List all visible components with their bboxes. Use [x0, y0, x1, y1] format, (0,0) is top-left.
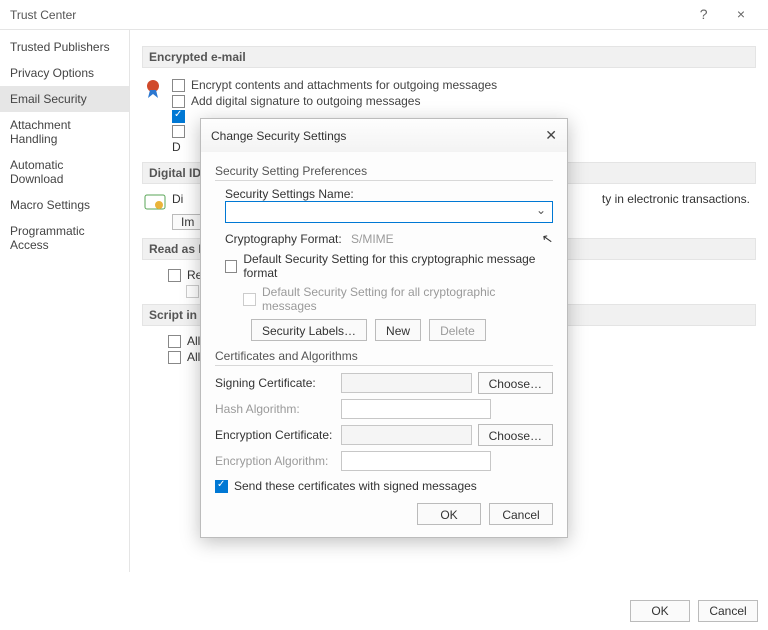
- crypto-format-label: Cryptography Format:: [225, 232, 345, 246]
- signing-cert-label: Signing Certificate:: [215, 376, 335, 390]
- label-default-all: Default Security Setting for all cryptog…: [262, 285, 553, 313]
- signing-cert-field: [341, 373, 472, 393]
- modal-title-text: Change Security Settings: [211, 129, 346, 143]
- crypto-format-value: S/MIME: [351, 232, 471, 246]
- checkbox-default-all: [243, 293, 256, 306]
- modal-cancel-button[interactable]: Cancel: [489, 503, 553, 525]
- choose-encryption-button[interactable]: Choose…: [478, 424, 553, 446]
- encryption-algo-field: [341, 451, 491, 471]
- checkbox-send-certificates[interactable]: [215, 480, 228, 493]
- encryption-algo-label: Encryption Algorithm:: [215, 454, 335, 468]
- cursor-icon: ↖: [541, 230, 555, 248]
- encryption-cert-field: [341, 425, 472, 445]
- modal-overlay: Change Security Settings ✕ Security Sett…: [0, 0, 768, 630]
- group-security-preferences: Security Setting Preferences: [215, 164, 553, 181]
- security-labels-button[interactable]: Security Labels…: [251, 319, 367, 341]
- modal-ok-button[interactable]: OK: [417, 503, 481, 525]
- new-button[interactable]: New: [375, 319, 421, 341]
- encryption-cert-label: Encryption Certificate:: [215, 428, 335, 442]
- choose-signing-button[interactable]: Choose…: [478, 372, 553, 394]
- security-name-combo[interactable]: [225, 201, 553, 223]
- label-send-certificates: Send these certificates with signed mess…: [234, 479, 477, 493]
- group-certificates: Certificates and Algorithms: [215, 349, 553, 366]
- checkbox-default-msg-format[interactable]: [225, 260, 237, 273]
- label-default-msg-format: Default Security Setting for this crypto…: [243, 252, 553, 280]
- security-name-input[interactable]: [226, 202, 519, 222]
- hash-algo-label: Hash Algorithm:: [215, 402, 335, 416]
- hash-algo-field: [341, 399, 491, 419]
- delete-button: Delete: [429, 319, 486, 341]
- modal-close-icon[interactable]: ✕: [545, 127, 557, 144]
- change-security-settings-dialog: Change Security Settings ✕ Security Sett…: [200, 118, 568, 538]
- security-name-label: Security Settings Name:: [225, 187, 553, 201]
